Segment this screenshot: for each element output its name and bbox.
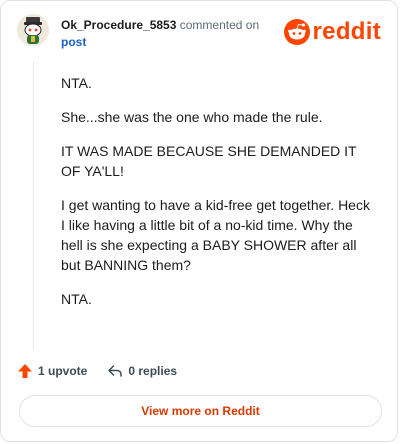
comment-paragraph: I get wanting to have a kid-free get tog…: [61, 197, 370, 273]
user-avatar[interactable]: [17, 14, 49, 46]
post-link[interactable]: post: [61, 34, 281, 50]
comment-paragraph: NTA.: [61, 291, 92, 307]
upvote-button[interactable]: 1 upvote: [17, 363, 87, 379]
reddit-snoo-icon: [283, 19, 310, 45]
upvote-count: 1 upvote: [38, 364, 88, 378]
snoo-avatar-icon: [17, 14, 49, 46]
comment-header: Ok_Procedure_5853 commented on post redd…: [17, 13, 381, 53]
comment-actions: 1 upvote 0 replies: [17, 361, 197, 381]
reply-arrow-icon: [108, 365, 123, 377]
comment-paragraph: She...she was the one who made the rule.: [61, 109, 323, 125]
replies-count: 0 replies: [128, 364, 178, 378]
comment-paragraph: IT WAS MADE BECAUSE SHE DEMANDED IT OF Y…: [61, 143, 357, 179]
reddit-wordmark: reddit: [312, 18, 381, 45]
username-link[interactable]: Ok_Procedure_5853: [61, 18, 176, 32]
replies-button[interactable]: 0 replies: [107, 363, 177, 379]
comment-byline: Ok_Procedure_5853 commented on post: [61, 17, 281, 50]
view-more-on-reddit-button[interactable]: View more on Reddit: [19, 395, 382, 427]
reddit-logo[interactable]: reddit: [283, 18, 381, 45]
commented-on-text: commented on: [179, 18, 260, 32]
upvote-arrow-icon: [18, 364, 32, 378]
comment-embed-card: Ok_Procedure_5853 commented on post redd…: [0, 0, 398, 442]
comment-paragraph: NTA.: [61, 75, 92, 91]
thread-line: [33, 61, 34, 349]
comment-body: NTA. She...she was the one who made the …: [61, 73, 373, 323]
